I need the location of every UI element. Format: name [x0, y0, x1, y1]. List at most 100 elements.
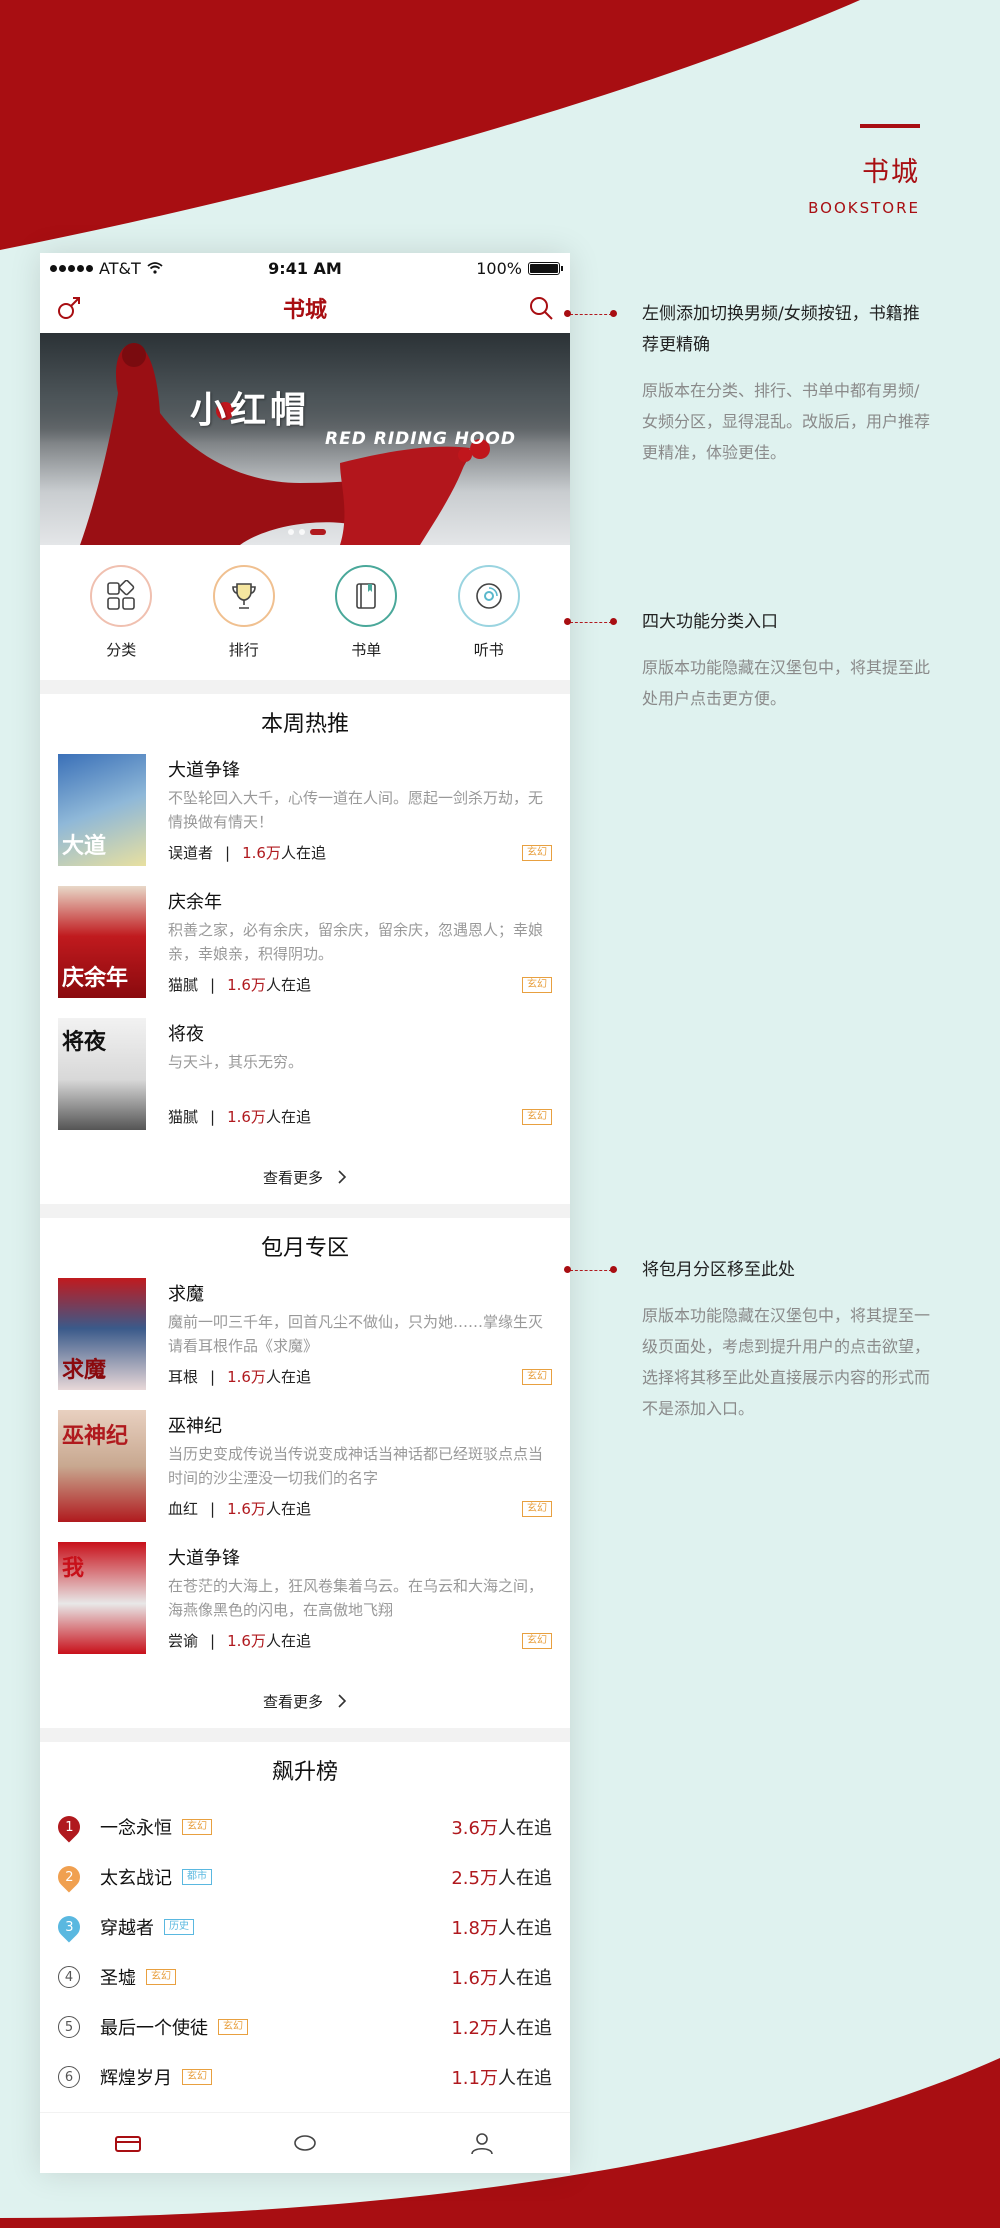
book-item[interactable]: 我 大道争锋 在苍茫的大海上，狂风卷集着乌云。在乌云和大海之间，海燕像黑色的闪电…: [58, 1542, 552, 1674]
rank-item[interactable]: 6 辉煌岁月 玄幻 1.1万人在追: [58, 2052, 552, 2102]
male-gender-icon[interactable]: [54, 293, 84, 323]
book-cover: 巫神纪: [58, 1410, 146, 1522]
monthly-section: 包月专区 求魔 求魔 魔前一叩三千年，回首凡尘不做仙，只为她……掌缘生灭请看耳根…: [40, 1218, 570, 1728]
weekly-hot-section: 本周热推 大道 大道争锋 不坠轮回入大千，心传一道在人间。愿起一剑杀万劫，无情换…: [40, 694, 570, 1204]
category-entries: 分类 排行 书单 听书: [40, 545, 570, 680]
rank-title: 辉煌岁月: [100, 2068, 172, 2089]
rank-badge: 6: [58, 2066, 80, 2088]
rising-ranking-section: 飙升榜 1 一念永恒 玄幻 3.6万人在追 2 太玄战记 都市 2.5万人在追 …: [40, 1742, 570, 2112]
view-more-button[interactable]: 查看更多: [58, 1150, 552, 1204]
annotation-description: 原版本功能隐藏在汉堡包中，将其提至一级页面处，考虑到提升用户的点击欲望，选择将其…: [642, 1306, 931, 1418]
annotation-dot: [610, 1266, 617, 1273]
book-item[interactable]: 大道 大道争锋 不坠轮回入大千，心传一道在人间。愿起一剑杀万劫，无情换做有情天！…: [58, 754, 552, 886]
book-item[interactable]: 求魔 求魔 魔前一叩三千年，回首凡尘不做仙，只为她……掌缘生灭请看耳根作品《求魔…: [58, 1278, 552, 1410]
tab-bar: [40, 2113, 570, 2173]
annotation-dot: [564, 310, 571, 317]
genre-tag: 玄幻: [182, 2069, 212, 2085]
genre-tag: 玄幻: [522, 844, 552, 861]
rank-title: 穿越者: [100, 1918, 154, 1939]
rank-item[interactable]: 2 太玄战记 都市 2.5万人在追: [53, 1852, 552, 1902]
nav-title: 书城: [282, 298, 327, 323]
book-author: 误道者: [168, 844, 214, 862]
view-more-label: 查看更多: [262, 1692, 323, 1711]
section-title: 包月专区: [260, 1236, 349, 1261]
genre-tag: 玄幻: [522, 1368, 552, 1385]
book-item[interactable]: 庆余年 庆余年 积善之家，必有余庆，留余庆，留余庆，忽遇恩人；幸娘亲，幸娘亲，积…: [58, 886, 552, 1018]
book-description: 积善之家，必有余庆，留余庆，留余庆，忽遇恩人；幸娘亲，幸娘亲，积得阴功。: [168, 921, 544, 963]
book-item[interactable]: 巫神纪 巫神纪 当历史变成传说当传说变成神话当神话都已经斑驳点点当时间的沙尘湮没…: [58, 1410, 552, 1542]
category-label: 书单: [351, 641, 382, 659]
reader-count: 1.2万人在追: [451, 2018, 552, 2039]
book-description: 与天斗，其乐无穷。: [168, 1053, 304, 1071]
book-author: 尝谕: [168, 1632, 199, 1650]
status-bar: AT&T 9:41 AM 100%: [40, 253, 570, 283]
search-icon[interactable]: [526, 293, 556, 323]
book-item[interactable]: 将夜 将夜 与天斗，其乐无穷。 猫腻 | 1.6万 人在追 玄幻: [58, 1018, 552, 1150]
reader-count: 1.6万: [227, 976, 266, 994]
category-ranking[interactable]: 排行: [212, 565, 275, 660]
status-time: 9:41 AM: [268, 258, 342, 278]
rank-title: 一念永恒: [100, 1818, 172, 1839]
book-title: 巫神纪: [168, 1416, 222, 1437]
wifi-icon: [147, 262, 163, 274]
book-icon: [335, 565, 398, 627]
rank-item[interactable]: 5 最后一个使徒 玄幻 1.2万人在追: [58, 2002, 552, 2052]
view-more-button[interactable]: 查看更多: [58, 1674, 552, 1728]
reader-count: 1.8万人在追: [451, 1918, 552, 1939]
title-accent-line: [860, 124, 920, 128]
carousel-dot[interactable]: [288, 529, 294, 535]
rank-badge: 3: [53, 1911, 85, 1943]
book-title: 求魔: [168, 1284, 204, 1305]
reader-count-suffix: 人在追: [265, 1108, 311, 1126]
rank-title: 圣墟: [100, 1968, 136, 1989]
category-classify[interactable]: 分类: [90, 565, 153, 660]
category-audiobook[interactable]: 听书: [457, 565, 520, 660]
carousel-dot[interactable]: [299, 529, 305, 535]
book-title: 将夜: [168, 1024, 204, 1045]
genre-tag: 玄幻: [522, 1632, 552, 1649]
reader-count-suffix: 人在追: [265, 976, 311, 994]
grid-icon: [90, 565, 153, 627]
annotation-monthly: 将包月分区移至此处 原版本功能隐藏在汉堡包中，将其提至一级页面处，考虑到提升用户…: [642, 1255, 932, 1424]
annotation-title: 四大功能分类入口: [642, 612, 778, 632]
signal-icon: [50, 264, 93, 272]
category-booklist[interactable]: 书单: [335, 565, 398, 660]
category-label: 排行: [228, 641, 259, 659]
carousel-indicator: [288, 529, 326, 535]
chevron-right-icon: [338, 1170, 347, 1184]
annotation-title: 将包月分区移至此处: [642, 1260, 795, 1280]
discover-tab-icon[interactable]: [290, 2131, 320, 2155]
annotation-description: 原版本在分类、排行、书单中都有男频/女频分区，显得混乱。改版后，用户推荐更精准，…: [642, 381, 931, 462]
page-title: 书城: [862, 157, 920, 188]
banner-carousel[interactable]: 小红帽 RED RIDING HOOD: [40, 333, 570, 545]
reader-count-suffix: 人在追: [265, 1500, 311, 1518]
book-author: 血红: [168, 1500, 199, 1518]
profile-tab-icon[interactable]: [467, 2131, 497, 2155]
meta-separator: |: [210, 1107, 216, 1126]
reader-count-suffix: 人在追: [265, 1368, 311, 1386]
trophy-icon: [212, 565, 275, 627]
genre-tag: 玄幻: [522, 1500, 552, 1517]
banner-title: 小红帽: [190, 389, 311, 431]
annotation-title: 左侧添加切换男频/女频按钮，书籍推荐更精确: [642, 304, 920, 355]
reader-count: 1.6万人在追: [451, 1968, 552, 1989]
reader-count-suffix: 人在追: [265, 1632, 311, 1650]
battery-label: 100%: [476, 258, 522, 278]
carousel-dot-active[interactable]: [310, 529, 326, 535]
genre-tag: 玄幻: [218, 2019, 248, 2035]
reader-count: 3.6万人在追: [451, 1818, 552, 1839]
annotation-connector: [570, 314, 612, 315]
book-description: 当历史变成传说当传说变成神话当神话都已经斑驳点点当时间的沙尘湮没一切我们的名字: [168, 1445, 544, 1487]
meta-separator: |: [210, 1367, 216, 1386]
rank-title: 最后一个使徒: [100, 2018, 208, 2039]
chevron-right-icon: [338, 1694, 347, 1708]
bookstore-tab-icon[interactable]: [113, 2131, 143, 2155]
rank-item[interactable]: 3 穿越者 历史 1.8万人在追: [53, 1902, 552, 1952]
book-description: 在苍茫的大海上，狂风卷集着乌云。在乌云和大海之间，海燕像黑色的闪电，在高傲地飞翔: [168, 1577, 544, 1619]
rank-item[interactable]: 1 一念永恒 玄幻 3.6万人在追: [53, 1802, 552, 1852]
rank-item[interactable]: 4 圣墟 玄幻 1.6万人在追: [58, 1952, 552, 2002]
rank-title: 太玄战记: [100, 1868, 172, 1889]
category-label: 分类: [106, 641, 137, 659]
book-description: 魔前一叩三千年，回首凡尘不做仙，只为她……掌缘生灭请看耳根作品《求魔》: [168, 1313, 544, 1355]
book-title: 大道争锋: [168, 760, 240, 781]
